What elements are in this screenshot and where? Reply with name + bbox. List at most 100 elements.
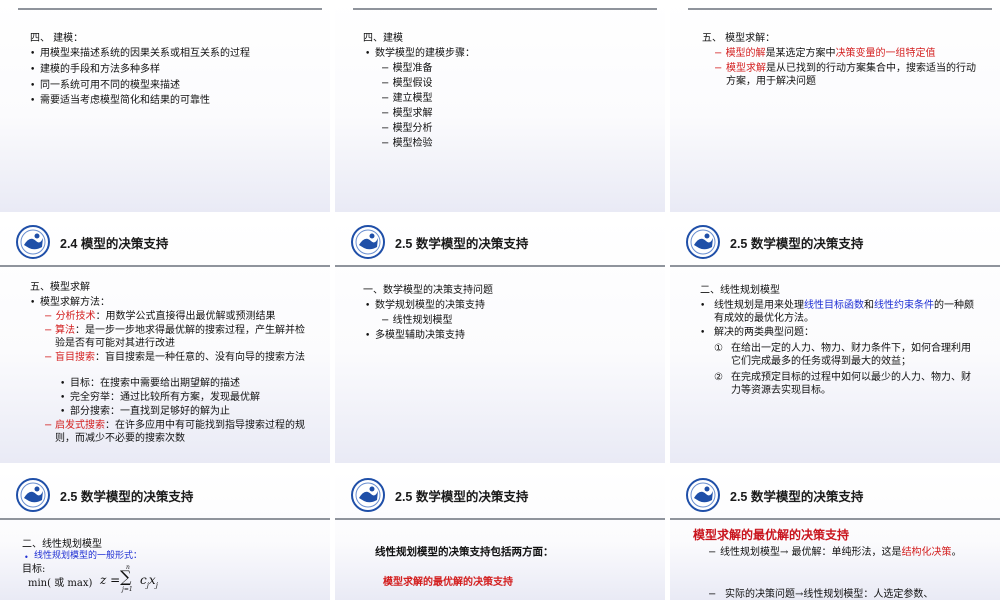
bullet-icon: • xyxy=(365,49,371,59)
header-rule xyxy=(353,8,657,10)
bullet-icon: • xyxy=(700,301,706,311)
slide-thumbnail-2[interactable]: 四、建模 • 数学模型的建模步骤： − 模型准备 − 模型假设 − 建立模型 −… xyxy=(335,0,665,212)
section-heading: 四、 建模： xyxy=(30,33,84,44)
objective-sense: min( 或 max) xyxy=(28,578,93,589)
enum-text: 在完成预定目标的过程中如何以最少的人力、物力、财力等资源去实现目标。 xyxy=(731,372,971,396)
enum-text: 在给出一定的人力、物力、财力条件下，如何合理利用它们完成最多的任务或得到最大的效… xyxy=(731,343,971,367)
header-rule xyxy=(688,8,992,10)
slide-thumbnail-1[interactable]: 四、 建模： • 用模型来描述系统的因果关系或相互关系的过程 • 建模的手段和方… xyxy=(0,0,330,212)
dash-marker: − xyxy=(708,547,717,558)
bullet-text: 数学规划模型的决策支持 xyxy=(375,300,485,311)
text-run: 线性规划是用来处理 xyxy=(714,300,804,311)
dash-marker: − xyxy=(44,325,53,336)
sub-item: − 模型的解是某选定方案中决策变量的一组特定值 xyxy=(714,48,936,59)
slide-thumbnail-3[interactable]: 五、 模型求解： − 模型的解是某选定方案中决策变量的一组特定值 − 模型求解是… xyxy=(670,0,1000,212)
slide-thumbnail-5[interactable]: 2.5 数学模型的决策支持 一、数学模型的决策支持问题 • 数学规划模型的决策支… xyxy=(335,217,665,463)
slide-header: 2.5 数学模型的决策支持 xyxy=(335,470,665,520)
slide-header: 2.5 数学模型的决策支持 xyxy=(670,470,1000,520)
university-logo-icon xyxy=(351,478,385,512)
objective-label: 目标: xyxy=(22,564,46,575)
enum-marker: ② xyxy=(714,372,723,383)
sub-item-text: 线性规划模型 xyxy=(392,315,453,326)
sub-item: 模型求解是从已找到的行动方案集合中，搜索适当的行动方案，用于解决问题 xyxy=(726,62,976,88)
bullet-text: 多模型辅助决策支持 xyxy=(375,330,465,341)
section-heading: 五、模型求解 xyxy=(30,282,90,293)
term-blue: 线性目标函数 xyxy=(804,300,864,311)
bullet-icon: • xyxy=(365,331,371,341)
sub-item: 盲目搜索：盲目搜索是一种任意的、没有向导的搜索方法 xyxy=(55,351,305,364)
text-run: 线性规划模型→ 最优解：单纯形法，这是 xyxy=(720,547,902,558)
university-logo-icon xyxy=(351,225,385,259)
dash-marker: − xyxy=(714,63,723,74)
section-heading: 五、 模型求解： xyxy=(702,33,776,44)
slide-thumbnail-7[interactable]: 2.5 数学模型的决策支持 二、线性规划模型 • 线性规划模型的一般形式： 目标… xyxy=(0,470,330,600)
slide-thumbnail-4[interactable]: 2.4 模型的决策支持 五、模型求解 • 模型求解方法： − 分析技术：用数学公… xyxy=(0,217,330,463)
formula-z: z = xyxy=(100,573,121,587)
bullet-text: 用模型来描述系统的因果关系或相互关系的过程 xyxy=(40,48,250,59)
term-red: 盲目搜索 xyxy=(55,352,95,363)
university-logo-icon xyxy=(686,478,720,512)
objective-formula: z = xyxy=(100,574,120,587)
sub-item: − 建立模型 xyxy=(381,93,433,104)
slide-thumbnail-8[interactable]: 2.5 数学模型的决策支持 线性规划模型的决策支持包括两方面： 模型求解的最优解… xyxy=(335,470,665,600)
sub-item-text: 模型求解 xyxy=(392,108,433,119)
bullet-icon: • xyxy=(30,65,36,75)
bullet-text: 同一系统可用不同的模型来描述 xyxy=(40,80,180,91)
term-red: 结构化决策 xyxy=(901,547,952,558)
highlight-heading: 模型求解的最优解的决策支持 xyxy=(693,528,850,542)
slide-header: 2.4 模型的决策支持 xyxy=(0,217,330,267)
bullet-icon: • xyxy=(700,328,706,338)
bullet-text: 线性规划模型的一般形式： xyxy=(34,551,143,561)
bullet-icon: • xyxy=(365,301,371,311)
sub-sub-item: 目标：在搜索中需要给出期望解的描述 xyxy=(70,378,240,389)
sub-item-text: ：用数学公式直接得出最优解或预测结果 xyxy=(95,311,276,322)
sub-item: 线性规划模型→ 最优解：单纯形法，这是结构化决策。 xyxy=(720,546,966,559)
term-red: 分析技术 xyxy=(55,311,96,322)
sub-item-text: 模型检验 xyxy=(392,138,433,149)
text-run: 。 xyxy=(951,547,962,558)
sub-item-text: 模型准备 xyxy=(392,63,433,74)
sub-item-text: ：盲目搜索是一种任意的、没有向导的搜索方法 xyxy=(95,352,305,363)
term-red: 决策变量的一组特定值 xyxy=(835,48,936,59)
sub-item-text: 模型分析 xyxy=(392,123,433,134)
dash-marker: − xyxy=(44,420,53,431)
term-red: 模型求解 xyxy=(726,63,766,74)
slide-title: 2.5 数学模型的决策支持 xyxy=(395,490,529,504)
sub-item: − 模型假设 xyxy=(381,78,433,89)
dash-marker: − xyxy=(44,352,53,363)
enum-marker: ① xyxy=(714,343,723,354)
bullet-icon: • xyxy=(30,96,36,106)
slide-header: 2.5 数学模型的决策支持 xyxy=(0,470,330,520)
university-logo-icon xyxy=(16,478,50,512)
sub-item: − 分析技术：用数学公式直接得出最优解或预测结果 xyxy=(44,311,276,322)
sub-item: 实际的决策问题→线性规划模型：人选定参数、 xyxy=(725,589,934,600)
sub-item-text: 是某选定方案中 xyxy=(765,48,836,59)
slide-title: 2.4 模型的决策支持 xyxy=(60,237,169,251)
sub-item: − 模型求解 xyxy=(381,108,433,119)
bullet-text: 线性规划是用来处理线性目标函数和线性约束条件的一种颇有成效的最优化方法。 xyxy=(714,299,976,325)
sub-item: − 模型分析 xyxy=(381,123,433,134)
section-heading: 四、建模 xyxy=(363,33,403,44)
slide-thumbnail-9[interactable]: 2.5 数学模型的决策支持 模型求解的最优解的决策支持 − 线性规划模型→ 最优… xyxy=(670,470,1000,600)
var-sub: j xyxy=(155,581,158,590)
formula-term: cjxj xyxy=(140,574,158,592)
header-rule xyxy=(18,8,322,10)
slide-title: 2.5 数学模型的决策支持 xyxy=(730,237,864,251)
term-red: 算法 xyxy=(55,325,75,336)
sub-item-text: 模型假设 xyxy=(392,78,433,89)
sub-item-text: 建立模型 xyxy=(392,93,433,104)
term-blue: 线性约束条件 xyxy=(874,300,934,311)
sub-item: 算法：是一步一步地求得最优解的搜索过程，产生解并检验是否有可能对其进行改进 xyxy=(55,324,305,350)
slide-thumbnail-6[interactable]: 2.5 数学模型的决策支持 二、线性规划模型 • 线性规划是用来处理线性目标函数… xyxy=(670,217,1000,463)
slide-title: 2.5 数学模型的决策支持 xyxy=(395,237,529,251)
bullet-icon: • xyxy=(60,407,66,417)
sub-item: − 模型准备 xyxy=(381,63,433,74)
dash-marker: − xyxy=(708,589,717,600)
slide-title: 2.5 数学模型的决策支持 xyxy=(730,490,864,504)
term-red: 启发式搜索 xyxy=(55,420,105,431)
highlight-heading: 模型求解的最优解的决策支持 xyxy=(383,577,513,588)
sigma-symbol: ∑ xyxy=(120,567,132,586)
sub-sub-item: 完全穷举：通过比较所有方案，发现最优解 xyxy=(70,392,260,403)
slide-header: 2.5 数学模型的决策支持 xyxy=(670,217,1000,267)
section-heading: 线性规划模型的决策支持包括两方面： xyxy=(375,546,554,558)
